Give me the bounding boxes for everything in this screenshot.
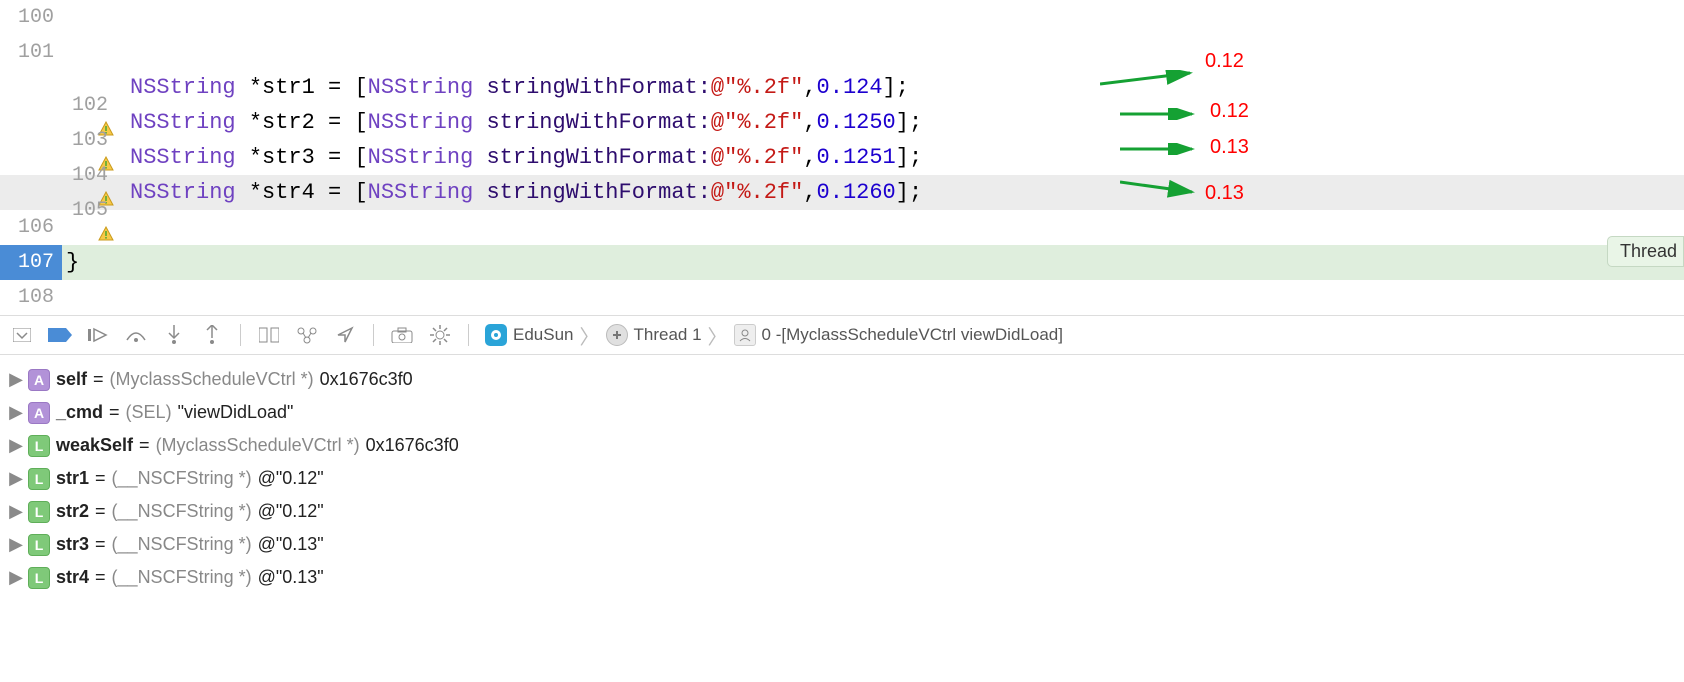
result-annotation: 0.13 (1205, 182, 1244, 205)
separator (373, 324, 374, 346)
variable-value: @"0.12" (258, 468, 324, 489)
variable-type: (MyclassScheduleVCtrl *) (156, 435, 360, 456)
variable-type: (SEL) (126, 402, 172, 423)
variable-row[interactable]: ▶ L str3 = (__NSCFString *) @"0.13" (10, 528, 1674, 561)
code-line-current[interactable]: 105 NSString *str4 = [NSString stringWit… (0, 175, 1684, 210)
var-token: str1 (262, 75, 315, 100)
arrow-icon (1120, 143, 1200, 155)
thread-icon (606, 324, 628, 346)
gear-icon[interactable] (428, 323, 452, 347)
chevron-right-icon: 〉 (708, 321, 728, 350)
var-scope-icon: L (28, 567, 50, 589)
variable-row[interactable]: ▶ A _cmd = (SEL) "viewDidLoad" (10, 396, 1674, 429)
result-annotation: 0.12 (1210, 100, 1249, 123)
variable-value: @"0.13" (258, 534, 324, 555)
line-number: 106 (0, 210, 62, 245)
step-over-icon[interactable] (124, 323, 148, 347)
warning-icon[interactable] (2, 185, 18, 201)
disclosure-right-icon[interactable]: ▶ (10, 539, 22, 551)
disclosure-right-icon[interactable]: ▶ (10, 572, 22, 584)
variable-row[interactable]: ▶ L str2 = (__NSCFString *) @"0.12" (10, 495, 1674, 528)
variable-value: @"0.13" (258, 567, 324, 588)
variable-name: str4 (56, 567, 89, 588)
variable-type: (__NSCFString *) (112, 567, 252, 588)
var-scope-icon: A (28, 369, 50, 391)
var-scope-icon: L (28, 435, 50, 457)
variable-type: (__NSCFString *) (112, 501, 252, 522)
continue-icon[interactable] (86, 323, 110, 347)
frame-icon (734, 324, 756, 346)
app-icon (485, 324, 507, 346)
variable-row[interactable]: ▶ A self = (MyclassScheduleVCtrl *) 0x16… (10, 363, 1674, 396)
separator (468, 324, 469, 346)
var-scope-icon: L (28, 468, 50, 490)
variable-name: str1 (56, 468, 89, 489)
code-editor[interactable]: 100 101 102 NSString *str1 = [NSString s… (0, 0, 1684, 315)
disclosure-right-icon[interactable]: ▶ (10, 407, 22, 419)
breadcrumb-app[interactable]: EduSun (513, 325, 574, 345)
dropdown-toggle-icon[interactable] (10, 323, 34, 347)
variable-name: str3 (56, 534, 89, 555)
breadcrumb-thread[interactable]: Thread 1 (634, 325, 702, 345)
arrow-icon (1100, 70, 1200, 90)
code-line[interactable]: 101 (0, 35, 1684, 70)
memory-graph-icon[interactable] (295, 323, 319, 347)
disclosure-right-icon[interactable]: ▶ (10, 473, 22, 485)
thread-indicator[interactable]: Thread (1607, 236, 1684, 267)
variable-value: 0x1676c3f0 (366, 435, 459, 456)
variable-name: _cmd (56, 402, 103, 423)
var-scope-icon: A (28, 402, 50, 424)
disclosure-right-icon[interactable]: ▶ (10, 374, 22, 386)
variable-type: (__NSCFString *) (112, 468, 252, 489)
variable-name: str2 (56, 501, 89, 522)
disclosure-right-icon[interactable]: ▶ (10, 440, 22, 452)
breadcrumb[interactable]: EduSun 〉 Thread 1 〉 0 -[MyclassScheduleV… (485, 321, 1063, 350)
var-scope-icon: L (28, 534, 50, 556)
result-annotation: 0.13 (1210, 136, 1249, 159)
code-line[interactable]: 103 NSString *str2 = [NSString stringWit… (0, 105, 1684, 140)
variable-type: (__NSCFString *) (112, 534, 252, 555)
step-into-icon[interactable] (162, 323, 186, 347)
code-line-breakpoint[interactable]: 107 } (0, 245, 1684, 280)
line-number: 107 (0, 245, 62, 280)
variable-row[interactable]: ▶ L str1 = (__NSCFString *) @"0.12" (10, 462, 1674, 495)
variable-name: self (56, 369, 87, 390)
debug-toolbar: EduSun 〉 Thread 1 〉 0 -[MyclassScheduleV… (0, 315, 1684, 355)
result-annotation: 0.12 (1205, 50, 1244, 73)
variable-value: "viewDidLoad" (178, 402, 294, 423)
variables-panel[interactable]: ▶ A self = (MyclassScheduleVCtrl *) 0x16… (0, 355, 1684, 602)
breadcrumb-frame[interactable]: 0 -[MyclassScheduleVCtrl viewDidLoad] (762, 325, 1063, 345)
variable-value: 0x1676c3f0 (320, 369, 413, 390)
code-line[interactable]: 108 (0, 280, 1684, 315)
code-line[interactable]: 100 (0, 0, 1684, 35)
location-icon[interactable] (333, 323, 357, 347)
code-line[interactable]: 106 (0, 210, 1684, 245)
camera-icon[interactable] (390, 323, 414, 347)
variable-type: (MyclassScheduleVCtrl *) (110, 369, 314, 390)
code-line[interactable]: 102 NSString *str1 = [NSString stringWit… (0, 70, 1684, 105)
variable-name: weakSelf (56, 435, 133, 456)
line-number: 108 (0, 280, 62, 315)
variable-row[interactable]: ▶ L weakSelf = (MyclassScheduleVCtrl *) … (10, 429, 1674, 462)
variable-row[interactable]: ▶ L str4 = (__NSCFString *) @"0.13" (10, 561, 1674, 594)
step-out-icon[interactable] (200, 323, 224, 347)
code-line[interactable]: 104 NSString *str3 = [NSString stringWit… (0, 140, 1684, 175)
arrow-icon (1120, 108, 1200, 120)
disclosure-right-icon[interactable]: ▶ (10, 506, 22, 518)
var-scope-icon: L (28, 501, 50, 523)
separator (240, 324, 241, 346)
chevron-right-icon: 〉 (580, 321, 600, 350)
view-debug-icon[interactable] (257, 323, 281, 347)
breakpoint-toggle-icon[interactable] (48, 323, 72, 347)
token-type: NSString (130, 75, 236, 100)
arrow-icon (1120, 178, 1200, 198)
variable-value: @"0.12" (258, 501, 324, 522)
